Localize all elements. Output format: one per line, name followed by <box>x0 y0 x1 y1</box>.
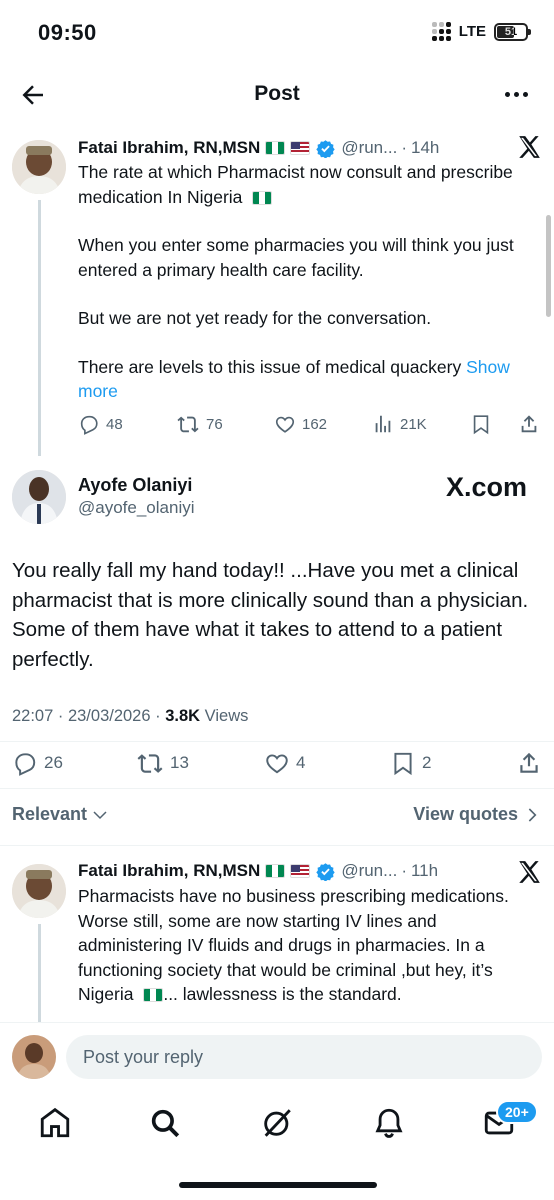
bookmark-button[interactable]: 2 <box>390 750 431 776</box>
x-logo-icon <box>516 134 542 160</box>
network-label: LTE <box>458 23 486 40</box>
avatar[interactable] <box>12 140 66 194</box>
repost-button[interactable]: 13 <box>136 750 189 776</box>
chevron-right-icon <box>528 807 537 822</box>
status-bar: 09:50 LTE 51 <box>0 0 554 66</box>
author-handle: @ayofe_olaniyi <box>78 498 195 517</box>
tab-bar: 20+ <box>0 1092 554 1162</box>
divider <box>0 741 554 742</box>
avatar[interactable] <box>12 470 66 524</box>
top-bar: Post <box>0 70 554 120</box>
reply-button[interactable]: 48 <box>78 413 123 435</box>
share-button[interactable] <box>516 750 542 776</box>
us-flag-icon <box>290 864 311 878</box>
tweet-paragraph: There are levels to this issue of medica… <box>78 356 510 402</box>
like-count: 4 <box>296 753 306 772</box>
more-options-icon[interactable] <box>505 92 528 97</box>
like-button[interactable]: 4 <box>264 750 305 776</box>
author-handle: @run... <box>341 861 398 880</box>
main-tweet-text: You really fall my hand today!! ...Have … <box>12 559 529 671</box>
sort-dropdown[interactable]: Relevant <box>12 804 109 825</box>
chevron-down-icon <box>93 810 107 819</box>
reply-bar: Post your reply <box>0 1022 554 1092</box>
status-right: LTE 51 <box>431 22 531 41</box>
reply-count: 26 <box>44 753 63 772</box>
scrollbar[interactable] <box>546 215 551 317</box>
tweet-timestamp: 22:07 · 23/03/2026 · <box>12 707 166 725</box>
nigeria-flag-icon <box>143 988 164 1003</box>
verified-badge-icon <box>316 862 335 881</box>
nigeria-flag-icon <box>265 864 286 878</box>
sort-label: Relevant <box>12 804 88 824</box>
tweet-time: 11h <box>410 861 439 880</box>
view-quotes-link[interactable]: View quotes <box>413 804 540 825</box>
reply-text-tail: ... lawlessness is the standard. <box>163 984 402 1004</box>
reply-tweet-text: Pharmacists have no business prescribing… <box>78 884 542 1022</box>
divider <box>0 788 554 789</box>
reply-button[interactable]: 26 <box>12 750 63 776</box>
repost-count: 13 <box>170 753 189 772</box>
home-indicator <box>179 1182 377 1188</box>
repost-button[interactable]: 76 <box>176 413 223 435</box>
tweet-paragraph: But we are not yet ready for the convers… <box>78 308 432 328</box>
views-label: Views <box>200 707 249 725</box>
tweet-time: 14h <box>410 138 440 157</box>
signal-icon <box>431 22 451 41</box>
battery-icon: 51 <box>494 22 531 41</box>
parent-tweet-actions: 48 76 162 21K <box>78 412 542 436</box>
thread-line <box>38 924 41 1024</box>
nigeria-flag-icon <box>265 141 286 155</box>
verified-badge-icon <box>316 139 335 158</box>
author-handle: @run... <box>341 138 398 157</box>
avatar[interactable] <box>12 1035 56 1079</box>
author-name[interactable]: Fatai Ibrahim, RN,MSN <box>78 138 260 158</box>
x-logo-icon <box>516 859 542 885</box>
nigeria-flag-icon <box>252 190 273 205</box>
search-icon[interactable] <box>148 1106 182 1140</box>
view-count: 3.8K <box>165 707 201 725</box>
messages-badge: 20+ <box>496 1100 538 1124</box>
main-tweet-actions: 26 13 4 2 <box>12 750 542 776</box>
time-separator: · <box>401 138 407 157</box>
grok-icon[interactable] <box>260 1106 294 1140</box>
time-separator: · <box>401 861 407 880</box>
repost-count: 76 <box>206 415 223 433</box>
battery-level: 51 <box>504 25 518 38</box>
avatar[interactable] <box>12 864 66 918</box>
page-title: Post <box>254 82 300 105</box>
reply-tweet-header: Fatai Ibrahim, RN,MSN @run... · 11h <box>78 861 438 881</box>
notifications-icon[interactable] <box>372 1106 406 1140</box>
bookmark-button[interactable] <box>470 413 492 435</box>
reply-count: 48 <box>106 415 123 433</box>
parent-tweet-header: Fatai Ibrahim, RN,MSN @run... · 14h <box>78 138 439 158</box>
tweet-meta: 22:07 · 23/03/2026 · 3.8K Views <box>12 707 248 726</box>
tweet-paragraph: The rate at which Pharmacist now consult… <box>78 162 513 207</box>
thread-line <box>38 200 41 456</box>
reply-input[interactable]: Post your reply <box>66 1035 542 1079</box>
sort-bar: Relevant View quotes <box>0 800 554 832</box>
parent-tweet-text: The rate at which Pharmacist now consult… <box>78 160 542 404</box>
views-button[interactable]: 21K <box>372 413 427 435</box>
view-quotes-label: View quotes <box>413 804 518 824</box>
status-time: 09:50 <box>38 20 97 45</box>
x-com-label: X.com <box>446 472 528 502</box>
like-count: 162 <box>302 415 328 433</box>
divider <box>0 845 554 846</box>
us-flag-icon <box>290 141 311 155</box>
bookmark-count: 2 <box>422 753 432 772</box>
home-icon[interactable] <box>38 1106 72 1140</box>
like-button[interactable]: 162 <box>274 413 327 435</box>
author-name[interactable]: Fatai Ibrahim, RN,MSN <box>78 861 260 881</box>
share-button[interactable] <box>518 413 540 435</box>
view-count: 21K <box>400 415 427 433</box>
tweet-paragraph: When you enter some pharmacies you will … <box>78 235 514 280</box>
author-name[interactable]: Ayofe Olaniyi <box>78 475 192 496</box>
